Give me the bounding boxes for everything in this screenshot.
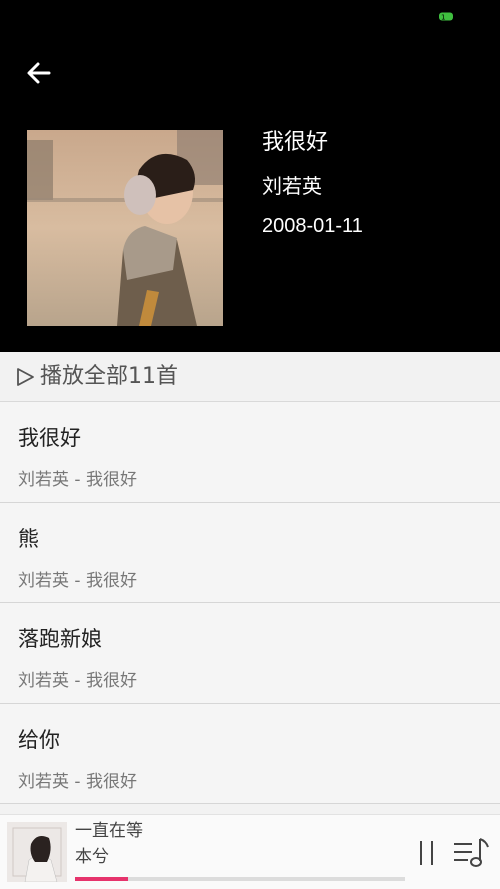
- song-row[interactable]: 落跑新娘 刘若英 - 我很好: [0, 603, 500, 704]
- album-release-date: 2008-01-11: [262, 215, 363, 237]
- album-cover: [27, 130, 223, 326]
- song-title: 落跑新娘: [18, 627, 102, 651]
- playback-progress-fill: [75, 877, 128, 881]
- song-title: 给你: [18, 727, 60, 752]
- back-arrow-icon[interactable]: [22, 56, 56, 90]
- play-all-label: 播放全部11首: [40, 364, 178, 389]
- now-playing-title: 一直在等: [75, 821, 143, 841]
- song-subtitle: 刘若英 - 我很好: [18, 771, 137, 792]
- playlist-music-icon[interactable]: [452, 835, 492, 871]
- album-title: 我很好: [262, 130, 329, 155]
- album-artist: 刘若英: [262, 174, 322, 198]
- now-playing-artist: 本兮: [75, 847, 109, 867]
- pause-icon[interactable]: [414, 839, 440, 867]
- play-outline-icon: [17, 368, 34, 386]
- song-list: 我很好 刘若英 - 我很好 熊 刘若英 - 我很好 落跑新娘 刘若英 - 我很好…: [0, 402, 500, 804]
- playback-progress-bar[interactable]: [75, 877, 405, 881]
- song-row[interactable]: 我很好 刘若英 - 我很好: [0, 402, 500, 503]
- song-title: 我很好: [18, 426, 81, 450]
- song-subtitle: 刘若英 - 我很好: [18, 671, 137, 691]
- song-subtitle: 刘若英 - 我很好: [18, 470, 137, 490]
- mini-player[interactable]: 一直在等 本兮: [0, 814, 500, 889]
- song-title: 熊: [18, 526, 39, 551]
- battery-icon: 1: [439, 12, 453, 22]
- song-row[interactable]: 给你 刘若英 - 我很好: [0, 703, 500, 804]
- svg-text:1: 1: [441, 14, 445, 22]
- now-playing-cover: [7, 822, 67, 882]
- album-header: 1 我很好 刘若英 2008-01-11: [0, 0, 500, 352]
- song-subtitle: 刘若英 - 我很好: [18, 570, 137, 591]
- song-row[interactable]: 熊 刘若英 - 我很好: [0, 502, 500, 603]
- play-all-button[interactable]: 播放全部11首: [0, 352, 500, 402]
